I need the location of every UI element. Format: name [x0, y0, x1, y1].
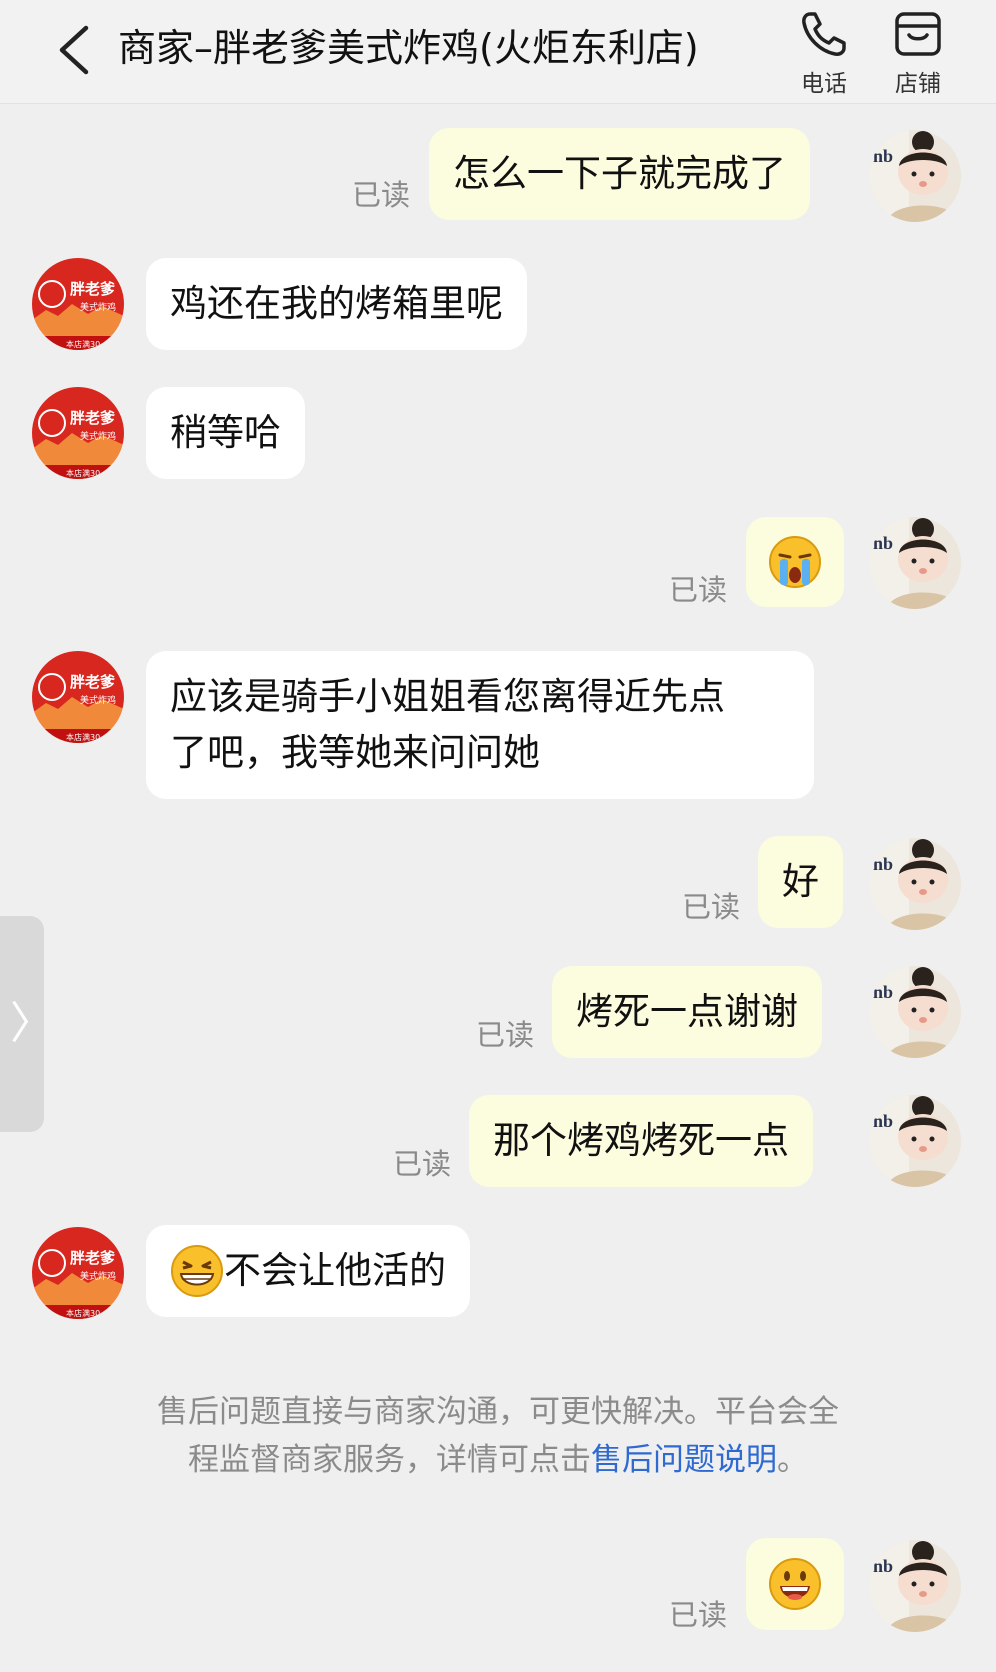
svg-text:美式炸鸡: 美式炸鸡 [80, 1270, 116, 1282]
store-icon [895, 12, 941, 56]
phone-label: 电话 [801, 71, 847, 97]
message-bubble[interactable]: 不会让他活的 [146, 1225, 470, 1317]
user-avatar[interactable]: nb [869, 130, 961, 222]
user-avatar[interactable]: nb [869, 1540, 961, 1632]
phone-button[interactable]: 电话 [784, 8, 864, 98]
message-row: 胖老爹 美式炸鸡 本店满30 鸡还在我的烤箱里呢 [0, 258, 996, 350]
svg-text:胖老爹: 胖老爹 [70, 409, 116, 427]
chat-title: 商家–胖老爹美式炸鸡(火炬东利店) [118, 26, 699, 70]
shop-button[interactable]: 店铺 [878, 8, 958, 98]
svg-text:本店满30: 本店满30 [66, 732, 100, 742]
svg-text:nb: nb [873, 982, 893, 1002]
message-row: 已读 怎么一下子就完成了 nb [0, 128, 996, 224]
svg-text:nb: nb [873, 1556, 893, 1576]
svg-text:本店满30: 本店满30 [66, 468, 100, 478]
shop-label: 店铺 [895, 71, 941, 97]
svg-text:胖老爹: 胖老爹 [70, 673, 116, 691]
svg-text:本店满30: 本店满30 [66, 339, 100, 349]
read-status: 已读 [352, 178, 411, 212]
message-row: 已读 那个烤鸡烤死一点 nb [0, 1095, 996, 1191]
svg-text:美式炸鸡: 美式炸鸡 [80, 301, 116, 313]
merchant-avatar[interactable]: 胖老爹 美式炸鸡 本店满30 [32, 258, 124, 350]
grinning-face-icon [171, 1245, 223, 1297]
smiling-face-icon [769, 1558, 821, 1610]
read-status: 已读 [476, 1018, 535, 1052]
svg-text:nb: nb [873, 533, 893, 553]
merchant-avatar[interactable]: 胖老爹 美式炸鸡 本店满30 [32, 387, 124, 479]
read-status: 已读 [669, 573, 728, 607]
message-row: 已读 nb [0, 1538, 996, 1634]
side-expand-tab[interactable]: 〉 [0, 916, 54, 1132]
notice-text: 。 [777, 1442, 808, 1478]
notice-text: 程监督商家服务，详情可点击 [188, 1442, 591, 1478]
message-bubble[interactable]: 好 [758, 836, 843, 928]
merchant-avatar[interactable]: 胖老爹 美式炸鸡 本店满30 [32, 1227, 124, 1319]
message-row: 胖老爹 美式炸鸡 本店满30 稍等哈 [0, 387, 996, 479]
after-sales-notice: 售后问题直接与商家沟通，可更快解决。平台会全 程监督商家服务，详情可点击售后问题… [110, 1388, 886, 1484]
chevron-right-icon: 〉 [10, 998, 54, 1049]
user-avatar[interactable]: nb [869, 517, 961, 609]
message-bubble[interactable]: 应该是骑手小姐姐看您离得近先点 了吧，我等她来问问她 [146, 651, 814, 799]
message-row: 已读 好 nb [0, 836, 996, 932]
message-line: 应该是骑手小姐姐看您离得近先点 [170, 675, 725, 718]
message-bubble[interactable]: 烤死一点谢谢 [552, 966, 822, 1058]
message-text: 不会让他活的 [224, 1249, 446, 1292]
message-bubble[interactable] [746, 517, 844, 607]
crying-face-icon [769, 536, 821, 588]
svg-text:nb: nb [873, 854, 893, 874]
svg-text:nb: nb [873, 1111, 893, 1131]
message-row: 胖老爹 美式炸鸡 本店满30 不会让他活的 [0, 1225, 996, 1321]
read-status: 已读 [669, 1598, 728, 1632]
svg-text:本店满30: 本店满30 [66, 1308, 100, 1318]
svg-text:胖老爹: 胖老爹 [70, 1249, 116, 1267]
read-status: 已读 [682, 890, 741, 924]
user-avatar[interactable]: nb [869, 966, 961, 1058]
message-row: 已读 烤死一点谢谢 nb [0, 966, 996, 1062]
user-avatar[interactable]: nb [869, 838, 961, 930]
chat-header: 商家–胖老爹美式炸鸡(火炬东利店) 电话 店铺 [0, 0, 996, 104]
read-status: 已读 [393, 1147, 452, 1181]
svg-text:美式炸鸡: 美式炸鸡 [80, 430, 116, 442]
merchant-avatar[interactable]: 胖老爹 美式炸鸡 本店满30 [32, 651, 124, 743]
message-bubble[interactable]: 怎么一下子就完成了 [429, 128, 810, 220]
phone-icon [802, 12, 846, 56]
notice-line: 程监督商家服务，详情可点击售后问题说明。 [110, 1436, 886, 1484]
chevron-left-icon [59, 25, 89, 75]
message-row: 胖老爹 美式炸鸡 本店满30 应该是骑手小姐姐看您离得近先点 了吧，我等她来问问… [0, 651, 996, 799]
svg-text:美式炸鸡: 美式炸鸡 [80, 694, 116, 706]
after-sales-link[interactable]: 售后问题说明 [591, 1442, 777, 1478]
user-avatar[interactable]: nb [869, 1095, 961, 1187]
message-bubble[interactable] [746, 1538, 844, 1630]
message-bubble[interactable]: 那个烤鸡烤死一点 [469, 1095, 813, 1187]
message-bubble[interactable]: 稍等哈 [146, 387, 305, 479]
message-line: 了吧，我等她来问问她 [170, 731, 540, 774]
notice-line: 售后问题直接与商家沟通，可更快解决。平台会全 [157, 1394, 839, 1430]
svg-text:nb: nb [873, 146, 893, 166]
svg-text:胖老爹: 胖老爹 [70, 280, 116, 298]
message-row: 已读 nb [0, 517, 996, 613]
message-bubble[interactable]: 鸡还在我的烤箱里呢 [146, 258, 527, 350]
back-button[interactable] [52, 22, 102, 78]
